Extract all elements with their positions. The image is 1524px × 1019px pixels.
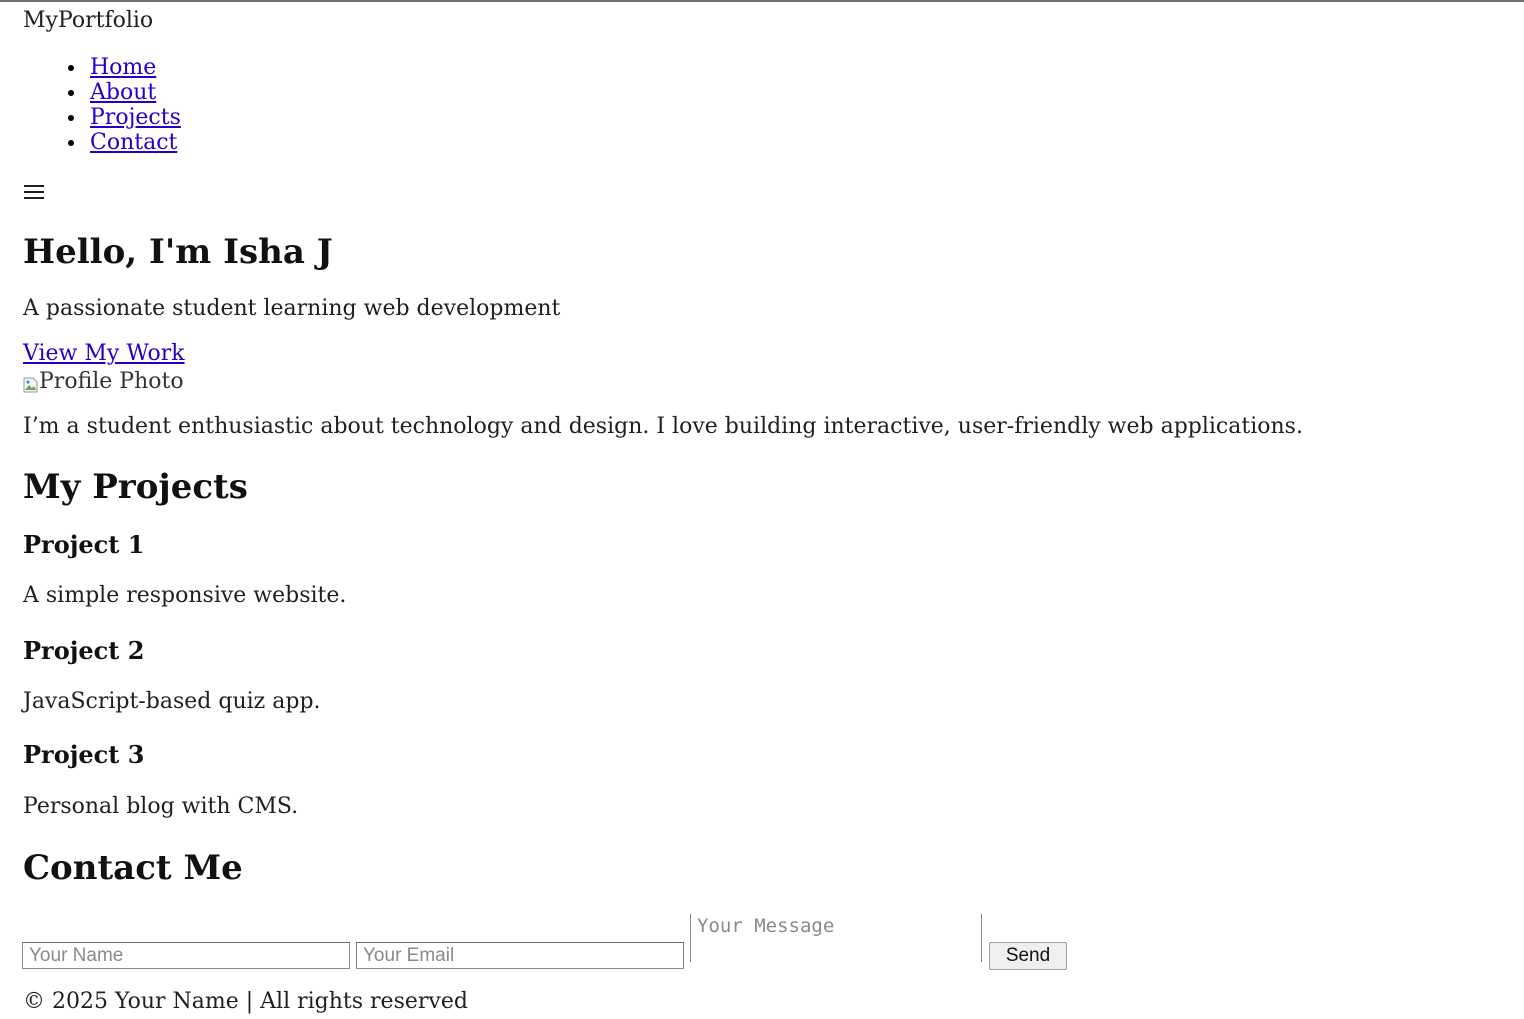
broken-image-icon (23, 374, 38, 393)
main-nav: Home About Projects Contact (68, 55, 181, 155)
profile-photo-alt: Profile Photo (39, 369, 184, 394)
bullet-icon (68, 89, 74, 96)
nav-link-home[interactable]: Home (90, 55, 156, 80)
project-title: Project 2 (23, 636, 145, 665)
project-description: A simple responsive website. (23, 583, 347, 608)
message-textarea[interactable]: Your Message (690, 914, 982, 962)
email-input[interactable]: Your Email (356, 942, 684, 969)
nav-link-about[interactable]: About (90, 80, 156, 105)
site-logo: MyPortfolio (23, 8, 154, 33)
project-title: Project 3 (23, 740, 145, 769)
profile-photo: Profile Photo (23, 369, 184, 395)
bullet-icon (68, 139, 74, 146)
nav-item-contact: Contact (68, 130, 181, 155)
nav-item-projects: Projects (68, 105, 181, 130)
nav-link-projects[interactable]: Projects (90, 105, 181, 130)
hero-title: Hello, I'm Isha J (23, 232, 333, 272)
top-border (0, 0, 1524, 2)
hamburger-menu-icon[interactable] (24, 185, 44, 200)
nav-item-home: Home (68, 55, 181, 80)
view-work-link[interactable]: View My Work (23, 341, 185, 367)
projects-heading: My Projects (23, 467, 248, 507)
project-description: Personal blog with CMS. (23, 794, 299, 819)
send-button[interactable]: Send (989, 942, 1067, 970)
project-title: Project 1 (23, 530, 145, 559)
nav-item-about: About (68, 80, 181, 105)
project-description: JavaScript-based quiz app. (23, 689, 321, 714)
contact-heading: Contact Me (23, 848, 243, 888)
footer-text: © 2025 Your Name | All rights reserved (23, 989, 468, 1014)
name-input[interactable]: Your Name (22, 942, 350, 969)
nav-link-contact[interactable]: Contact (90, 130, 177, 155)
hero-subtitle: A passionate student learning web develo… (23, 296, 561, 321)
about-text: I’m a student enthusiastic about technol… (23, 414, 1303, 439)
bullet-icon (68, 64, 74, 71)
bullet-icon (68, 114, 74, 121)
